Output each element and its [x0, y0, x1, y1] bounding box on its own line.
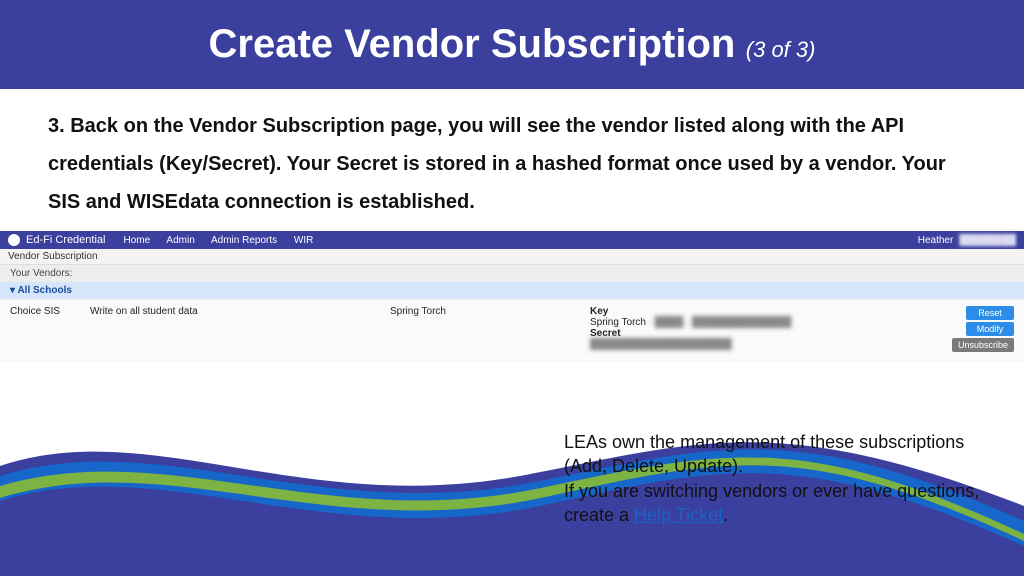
nav-wir[interactable]: WIR [294, 235, 313, 246]
nav-admin-reports[interactable]: Admin Reports [211, 235, 277, 246]
footer-line1: LEAs own the management of these subscri… [564, 432, 964, 476]
expand-all-schools[interactable]: ▾ All Schools [0, 282, 1024, 299]
secret-label: Secret [590, 328, 621, 339]
help-ticket-link[interactable]: Help Ticket [634, 505, 723, 525]
cell-choice-sis: Choice SIS [10, 306, 90, 317]
app-topbar: Ed-Fi Credential Home Admin Admin Report… [0, 231, 1024, 249]
footer-line2a: If you are switching vendors or ever hav… [564, 481, 979, 525]
app-tab-vendor-subscription[interactable]: Vendor Subscription [0, 249, 1024, 265]
user-name: Heather [918, 235, 954, 246]
cell-vendor: Spring Torch [390, 306, 590, 317]
expand-label: All Schools [17, 285, 71, 296]
modify-button[interactable]: Modify [966, 322, 1014, 336]
reset-button[interactable]: Reset [966, 306, 1014, 320]
embedded-app-screenshot: Ed-Fi Credential Home Admin Admin Report… [0, 231, 1024, 362]
cell-scope: Write on all student data [90, 306, 390, 317]
step-description: 3. Back on the Vendor Subscription page,… [0, 89, 1024, 231]
footer-line2b: . [723, 505, 728, 525]
your-vendors-label: Your Vendors: [0, 265, 1024, 282]
cell-credentials: Key Spring Torch - ████ - ██████████████… [590, 306, 944, 350]
app-name: Ed-Fi Credential [26, 234, 105, 246]
user-name-redacted: ████████ [959, 235, 1016, 246]
slide-step-indicator: (3 of 3) [746, 37, 816, 62]
key-value-prefix: Spring Torch [590, 317, 646, 328]
unsubscribe-button[interactable]: Unsubscribe [952, 338, 1014, 352]
secret-value-redacted: ████████████████████ [590, 339, 732, 350]
nav-admin[interactable]: Admin [166, 235, 194, 246]
app-logo-icon [8, 234, 20, 246]
slide-title: Create Vendor Subscription [209, 22, 736, 66]
vendor-row: Choice SIS Write on all student data Spr… [0, 299, 1024, 362]
key-label: Key [590, 306, 608, 317]
app-user[interactable]: Heather ████████ [918, 235, 1016, 246]
key-value-redacted: - ████ - ██████████████ [649, 317, 792, 328]
nav-home[interactable]: Home [123, 235, 150, 246]
slide-header: Create Vendor Subscription (3 of 3) [0, 0, 1024, 89]
footer-note: LEAs own the management of these subscri… [564, 430, 994, 527]
row-actions: Reset Modify Unsubscribe [944, 306, 1014, 352]
app-nav: Home Admin Admin Reports WIR [123, 235, 327, 246]
chevron-down-icon: ▾ [10, 285, 15, 296]
